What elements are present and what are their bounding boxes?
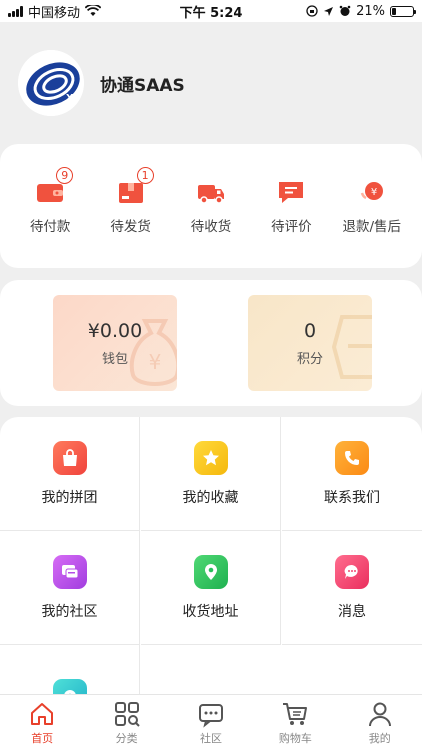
points-shape-icon [331,315,372,379]
grid-label: 消息 [338,603,366,620]
wallet-balance: ¥0.00 [87,319,143,342]
home-icon [31,703,54,725]
order-label: 待评价 [271,219,312,235]
grid-item-group-buy[interactable]: 我的拼团 [0,417,140,531]
tab-label: 分类 [115,732,138,745]
refund-icon: ¥ [357,177,387,207]
tab-cart[interactable]: 购物车 [260,700,330,746]
carrier-label: 中国移动 [28,5,81,21]
order-pending-shipment[interactable]: 1 待发货 [95,167,167,235]
tab-home[interactable]: 首页 [7,700,77,746]
package-icon: 1 [116,167,154,207]
location-pin-icon [193,554,228,589]
grid-item-messages[interactable]: 消息 [282,531,422,645]
wifi-icon [85,5,102,16]
wallet-card: ¥ ¥0.00 钱包 0 积分 [0,280,422,406]
chat-icon [52,554,87,589]
svg-text:¥: ¥ [149,350,162,374]
tab-community[interactable]: 社区 [176,700,246,746]
community-icon [198,704,223,728]
grid-label: 我的收藏 [182,489,239,506]
order-badge: 1 [136,167,154,184]
location-arrow-icon [324,6,334,16]
avatar-text: XN [65,93,82,104]
order-label: 退款/售后 [342,219,402,235]
points-value: 0 [303,319,317,342]
order-status-card: 9 待付款 1 待发货 待收货 待评价 ¥ 退款/售后 [0,144,422,268]
order-label: 待付款 [29,219,71,235]
grid-item-favorites[interactable]: 我的收藏 [141,417,281,531]
grid-item-contact[interactable]: 联系我们 [282,417,422,531]
grid-label: 收货地址 [182,603,239,620]
order-label: 待发货 [110,219,151,235]
tab-category[interactable]: 分类 [92,700,162,746]
grid-label: 联系我们 [324,489,380,506]
battery-icon [390,5,416,17]
orientation-lock-icon [306,5,318,17]
order-label: 待收货 [190,219,232,235]
order-badge: 9 [56,167,74,184]
profile-header: XN 协通SAAS [0,22,422,144]
feature-grid: 我的拼团 我的收藏 联系我们 我的社区 收货地址 消息 [0,417,422,737]
grid-item-address[interactable]: 收货地址 [141,531,281,645]
user-icon [368,702,391,727]
status-right: 21% [306,3,416,19]
battery-percent: 21% [356,3,385,19]
message-icon [335,554,369,589]
wallet-label: 钱包 [101,351,128,367]
svg-text:¥: ¥ [371,187,377,198]
status-left: 中国移动 [8,2,102,21]
points-tile[interactable]: 0 积分 [248,295,372,391]
alarm-icon [339,5,351,16]
signal-icon [8,5,23,17]
tab-profile[interactable]: 我的 [345,700,415,746]
grid-label: 我的拼团 [41,489,98,506]
star-icon [193,440,228,475]
category-icon [114,702,140,727]
order-refund[interactable]: ¥ 退款/售后 [336,177,408,235]
avatar[interactable]: XN [18,50,84,116]
points-label: 积分 [296,351,323,367]
wallet-tile[interactable]: ¥ ¥0.00 钱包 [53,295,177,391]
order-pending-review[interactable]: 待评价 [255,177,327,235]
phone-icon [335,440,369,475]
order-pending-payment[interactable]: 9 待付款 [14,167,86,235]
cart-icon [283,703,308,725]
wallet-icon: 9 [35,167,74,207]
tab-label: 社区 [199,732,222,745]
grid-label: 我的社区 [41,603,98,620]
bottom-tab-bar: 首页 分类 社区 购物车 我的 [0,694,422,750]
status-bar: 中国移动 下午 5:24 21% [0,0,422,22]
tab-label: 首页 [31,732,54,745]
tab-label: 我的 [368,732,391,745]
logo-icon [18,50,84,116]
shopping-bag-icon [52,440,87,475]
truck-icon [196,177,226,207]
order-pending-receipt[interactable]: 待收货 [175,177,247,235]
review-icon [276,177,306,207]
tab-label: 购物车 [278,732,312,745]
grid-item-community[interactable]: 我的社区 [0,531,140,645]
shop-name: 协通SAAS [100,75,185,96]
